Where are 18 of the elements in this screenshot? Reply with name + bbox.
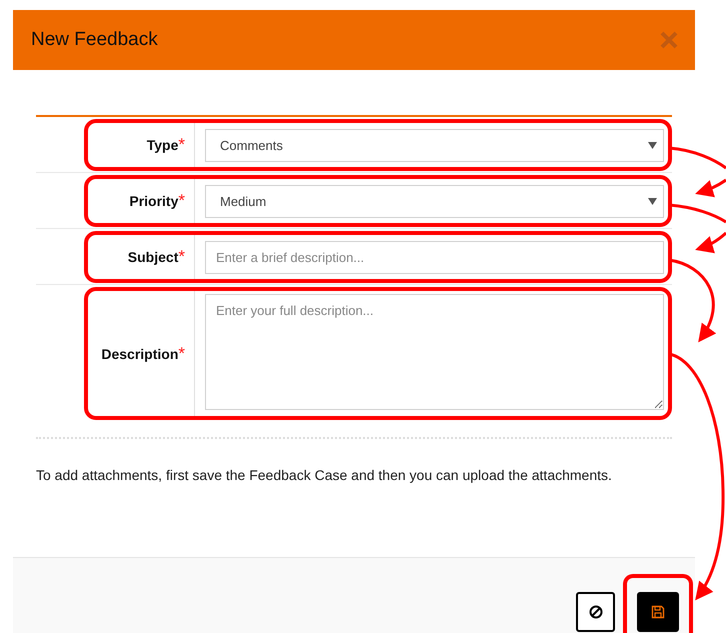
dialog-title: New Feedback xyxy=(31,29,158,51)
ban-icon xyxy=(588,605,602,619)
caret-icon xyxy=(648,198,657,204)
field-label: Priority* xyxy=(129,191,185,211)
annotation-arrow xyxy=(695,232,726,254)
select-field[interactable]: Medium xyxy=(205,184,664,218)
field-label: Description* xyxy=(101,344,185,364)
caret-icon xyxy=(648,142,657,148)
annotation-arrow xyxy=(695,178,726,198)
select-field[interactable]: Comments xyxy=(205,128,664,162)
field-label: Type* xyxy=(146,135,185,155)
attachments-note: To add attachments, first save the Feedback Case and then you can upload the attachments. xyxy=(36,466,613,485)
textarea-field[interactable]: Enter your full description... xyxy=(205,294,664,410)
save-button[interactable] xyxy=(637,592,679,632)
save-icon xyxy=(651,605,665,619)
field-label: Subject* xyxy=(128,247,185,267)
cancel-button[interactable] xyxy=(576,592,615,632)
input-field[interactable]: Enter a brief description... xyxy=(205,240,664,274)
